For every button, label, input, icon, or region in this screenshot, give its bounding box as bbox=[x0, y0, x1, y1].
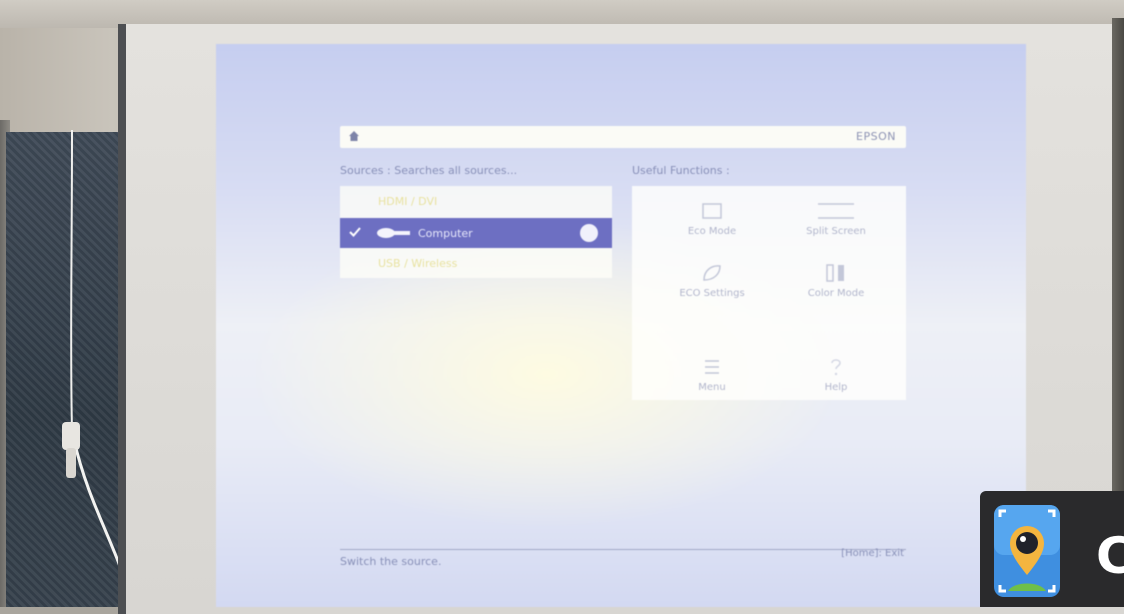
function-eco-settings[interactable]: ECO Settings bbox=[652, 262, 772, 318]
eco-mode-icon bbox=[702, 203, 722, 219]
watermark-letter: C bbox=[1096, 527, 1124, 585]
leaf-icon bbox=[703, 265, 721, 281]
title-bar: EPSON bbox=[340, 126, 906, 148]
function-label: Help bbox=[824, 382, 848, 393]
function-label: ECO Settings bbox=[679, 288, 745, 299]
projector-home-screen: EPSON Sources : Searches all sources... … bbox=[216, 44, 1026, 607]
footer-hint: Switch the source. bbox=[340, 555, 442, 568]
function-split-screen[interactable]: Split Screen bbox=[776, 200, 896, 256]
source-item-label: Computer bbox=[418, 227, 473, 240]
footer-divider bbox=[340, 549, 906, 550]
projected-image: EPSON Sources : Searches all sources... … bbox=[216, 44, 1026, 607]
brand-logo: EPSON bbox=[856, 130, 896, 143]
source-item-label: USB / Wireless bbox=[378, 257, 458, 270]
source-item-usb[interactable]: USB / Wireless bbox=[340, 248, 612, 278]
function-color-mode[interactable]: Color Mode bbox=[776, 262, 896, 318]
function-eco-mode[interactable]: Eco Mode bbox=[652, 200, 772, 256]
camera-app-icon bbox=[994, 505, 1060, 597]
help-icon bbox=[831, 359, 841, 376]
function-label: Split Screen bbox=[806, 226, 866, 237]
function-label: Color Mode bbox=[807, 288, 865, 299]
source-item-label: HDMI / DVI bbox=[378, 195, 438, 208]
checkmark-icon bbox=[349, 227, 361, 237]
functions-panel: Eco Mode Split Screen ECO Settings Color… bbox=[632, 186, 906, 400]
source-item-hdmi[interactable]: HDMI / DVI bbox=[340, 186, 612, 216]
function-label: Menu bbox=[698, 382, 726, 393]
screen-edge bbox=[1112, 18, 1124, 518]
home-icon[interactable] bbox=[348, 130, 360, 142]
computer-input-icon bbox=[377, 228, 410, 238]
menu-icon bbox=[705, 360, 719, 374]
watermark-badge: C bbox=[980, 491, 1124, 607]
sources-label: Sources : Searches all sources... bbox=[340, 164, 518, 177]
source-item-computer[interactable]: Computer bbox=[340, 218, 612, 248]
source-list: HDMI / DVI Computer USB / Wireless bbox=[340, 186, 612, 278]
functions-label: Useful Functions : bbox=[632, 164, 730, 177]
function-label: Eco Mode bbox=[687, 226, 737, 237]
color-mode-icon bbox=[826, 264, 844, 282]
split-screen-icon bbox=[818, 203, 854, 219]
active-source-icon bbox=[580, 224, 598, 242]
footer-exit-hint: [Home]: Exit bbox=[841, 548, 904, 559]
function-help[interactable]: Help bbox=[776, 356, 896, 412]
function-menu[interactable]: Menu bbox=[652, 356, 772, 412]
